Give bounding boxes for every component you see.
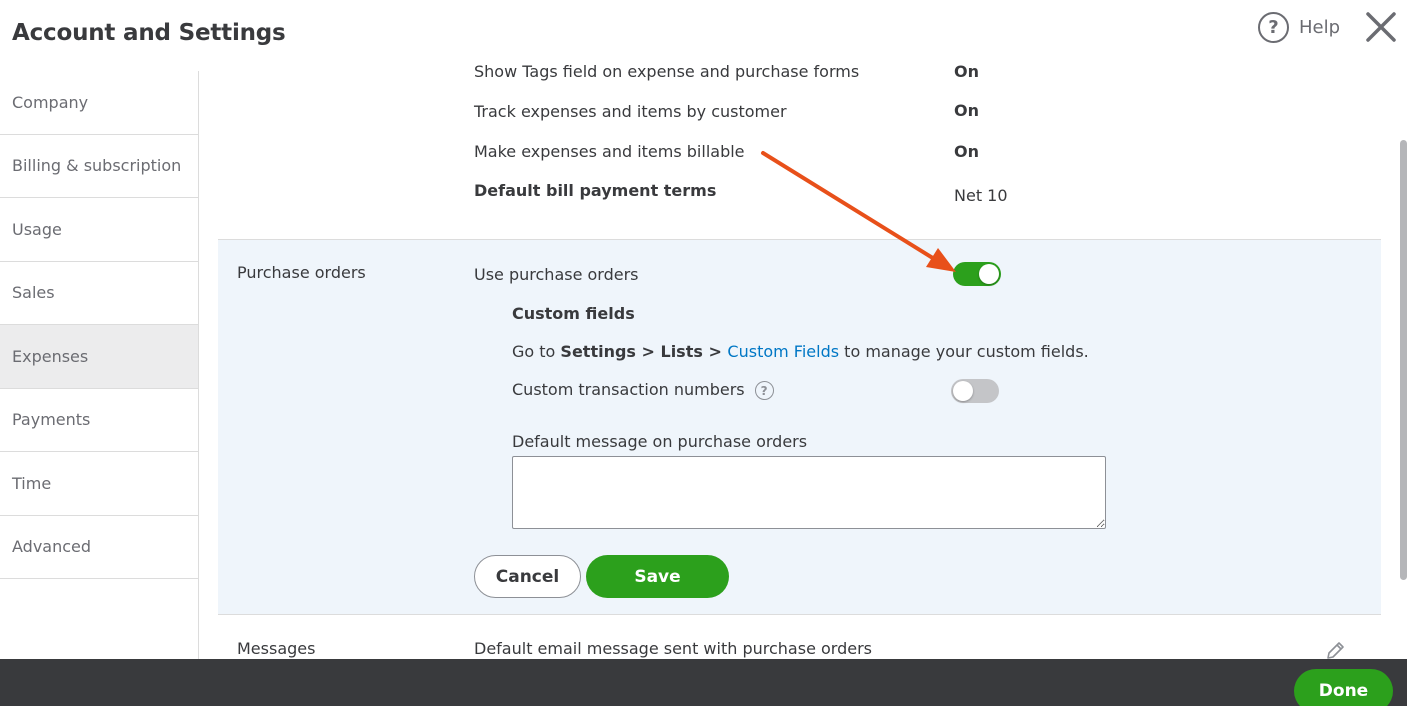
use-purchase-orders-toggle[interactable] bbox=[953, 262, 1001, 286]
bill-terms-value: Net 10 bbox=[954, 186, 1008, 205]
sidebar-item-billing[interactable]: Billing & subscription bbox=[0, 135, 198, 198]
sidebar-item-company[interactable]: Company bbox=[0, 71, 198, 135]
cancel-button[interactable]: Cancel bbox=[474, 555, 581, 598]
custom-fields-suffix: to manage your custom fields. bbox=[839, 342, 1089, 361]
save-button[interactable]: Save bbox=[586, 555, 729, 598]
page-title: Account and Settings bbox=[12, 20, 286, 46]
custom-fields-prefix: Go to bbox=[512, 342, 561, 361]
bill-terms-label: Default bill payment terms bbox=[474, 181, 717, 200]
sidebar-item-label: Billing & subscription bbox=[12, 156, 182, 176]
messages-section-label: Messages bbox=[237, 639, 316, 658]
close-icon[interactable] bbox=[1364, 10, 1398, 44]
sidebar-item-sales[interactable]: Sales bbox=[0, 262, 198, 325]
sidebar-item-payments[interactable]: Payments bbox=[0, 389, 198, 452]
track-by-customer-label: Track expenses and items by customer bbox=[474, 102, 787, 121]
messages-email-label: Default email message sent with purchase… bbox=[474, 639, 872, 658]
sidebar-item-label: Company bbox=[12, 92, 89, 112]
custom-transaction-numbers-row: Custom transaction numbers? bbox=[512, 380, 774, 400]
sidebar-item-usage[interactable]: Usage bbox=[0, 198, 198, 262]
default-message-label: Default message on purchase orders bbox=[512, 432, 808, 451]
custom-fields-title: Custom fields bbox=[512, 304, 635, 323]
custom-fields-link[interactable]: Custom Fields bbox=[727, 342, 839, 361]
purchase-orders-section-label: Purchase orders bbox=[237, 263, 366, 282]
toggle-knob bbox=[979, 264, 999, 284]
sidebar-item-label: Time bbox=[12, 473, 52, 493]
custom-fields-path: Settings > Lists > bbox=[560, 342, 728, 361]
billable-value: On bbox=[954, 142, 979, 161]
sidebar-item-time[interactable]: Time bbox=[0, 452, 198, 516]
sidebar-item-expenses[interactable]: Expenses bbox=[0, 325, 198, 389]
custom-fields-instructions: Go to Settings > Lists > Custom Fields t… bbox=[512, 342, 1089, 361]
settings-page: Account and Settings ? Help Company Bill… bbox=[0, 0, 1407, 706]
default-message-textarea[interactable] bbox=[512, 456, 1106, 529]
sidebar-item-label: Sales bbox=[12, 283, 55, 303]
settings-sidebar: Company Billing & subscription Usage Sal… bbox=[0, 71, 199, 659]
pencil-icon[interactable] bbox=[1324, 640, 1346, 659]
use-purchase-orders-label: Use purchase orders bbox=[474, 265, 639, 284]
billable-label: Make expenses and items billable bbox=[474, 142, 745, 161]
sidebar-item-label: Payments bbox=[12, 410, 91, 430]
sidebar-item-label: Advanced bbox=[12, 537, 92, 557]
done-button[interactable]: Done bbox=[1294, 669, 1393, 706]
track-by-customer-value: On bbox=[954, 101, 979, 120]
info-icon[interactable]: ? bbox=[754, 381, 774, 400]
scrollbar[interactable] bbox=[1400, 140, 1407, 580]
settings-main: Show Tags field on expense and purchase … bbox=[200, 60, 1395, 659]
sidebar-item-advanced[interactable]: Advanced bbox=[0, 516, 198, 579]
custom-transaction-numbers-label: Custom transaction numbers bbox=[512, 380, 745, 399]
help-label: Help bbox=[1299, 17, 1341, 38]
help-link[interactable]: ? Help bbox=[1258, 12, 1340, 43]
toggle-knob bbox=[953, 381, 973, 401]
footer-bar bbox=[0, 659, 1407, 706]
show-tags-label: Show Tags field on expense and purchase … bbox=[474, 62, 860, 81]
custom-transaction-numbers-toggle[interactable] bbox=[951, 379, 999, 403]
purchase-orders-section: Purchase orders Use purchase orders Cust… bbox=[218, 239, 1381, 615]
show-tags-value: On bbox=[954, 62, 979, 81]
help-icon: ? bbox=[1258, 12, 1289, 43]
sidebar-item-label: Usage bbox=[12, 219, 62, 239]
sidebar-item-label: Expenses bbox=[12, 346, 89, 366]
